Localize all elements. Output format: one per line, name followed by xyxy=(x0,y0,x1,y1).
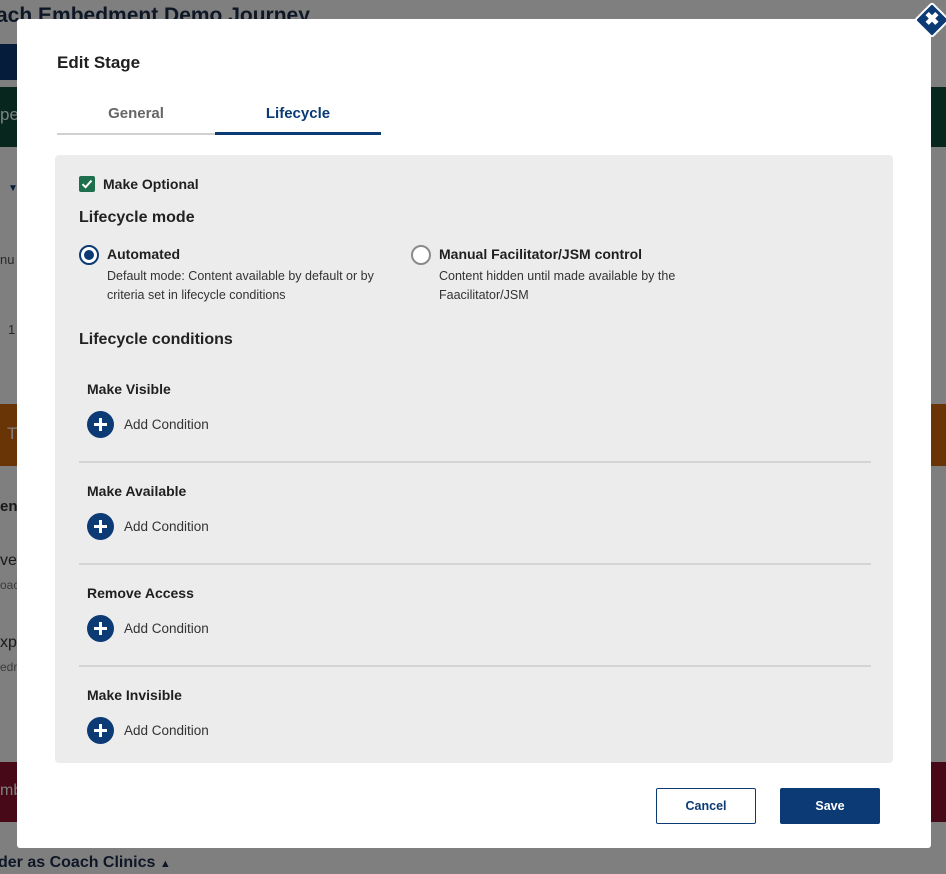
add-condition-button[interactable]: Add Condition xyxy=(87,410,209,438)
close-icon: ✖ xyxy=(924,9,940,29)
condition-group-make-invisible: Make Invisible Add Condition xyxy=(79,687,871,753)
condition-group-title: Remove Access xyxy=(87,585,194,601)
condition-group-make-available: Make Available Add Condition xyxy=(79,483,871,565)
radio-option-automated[interactable]: Automated Default mode: Content availabl… xyxy=(79,245,399,305)
radio-manual-title: Manual Facilitator/JSM control xyxy=(439,246,643,262)
add-condition-label: Add Condition xyxy=(124,416,209,432)
tab-lifecycle[interactable]: Lifecycle xyxy=(215,99,381,135)
radio-manual-description: Content hidden until made available by t… xyxy=(439,269,676,302)
make-optional-row[interactable]: Make Optional xyxy=(79,175,199,193)
plus-icon xyxy=(87,716,114,744)
condition-group-remove-access: Remove Access Add Condition xyxy=(79,585,871,667)
add-condition-button[interactable]: Add Condition xyxy=(87,716,209,744)
checkmark-icon xyxy=(81,179,93,189)
condition-group-title: Make Invisible xyxy=(87,687,182,703)
plus-icon xyxy=(87,614,114,642)
tab-general[interactable]: General xyxy=(57,99,215,135)
radio-automated-title: Automated xyxy=(107,246,181,262)
radio-option-manual[interactable]: Manual Facilitator/JSM control Content h… xyxy=(411,245,731,305)
condition-group-make-visible: Make Visible Add Condition xyxy=(79,381,871,463)
plus-icon xyxy=(87,410,114,438)
close-dialog-button[interactable]: ✖ xyxy=(913,1,946,39)
dialog-title: Edit Stage xyxy=(57,53,141,72)
plus-icon xyxy=(87,512,114,540)
tab-bar: General Lifecycle xyxy=(57,99,381,135)
lifecycle-mode-heading: Lifecycle mode xyxy=(79,209,195,226)
add-condition-label: Add Condition xyxy=(124,722,209,738)
make-optional-label: Make Optional xyxy=(103,176,199,192)
cancel-button[interactable]: Cancel xyxy=(656,788,756,824)
radio-manual[interactable] xyxy=(411,245,431,265)
add-condition-button[interactable]: Add Condition xyxy=(87,614,209,642)
add-condition-label: Add Condition xyxy=(124,620,209,636)
make-optional-checkbox[interactable] xyxy=(79,176,95,192)
add-condition-button[interactable]: Add Condition xyxy=(87,512,209,540)
save-button[interactable]: Save xyxy=(780,788,880,824)
condition-group-title: Make Visible xyxy=(87,381,171,397)
radio-automated[interactable] xyxy=(79,245,99,265)
radio-automated-description: Default mode: Content available by defau… xyxy=(107,269,374,302)
condition-group-title: Make Available xyxy=(87,483,187,499)
add-condition-label: Add Condition xyxy=(124,518,209,534)
lifecycle-panel: Make Optional Lifecycle mode Automated D… xyxy=(55,155,893,763)
lifecycle-conditions-heading: Lifecycle conditions xyxy=(79,331,233,348)
edit-stage-dialog: Edit Stage General Lifecycle Make Option… xyxy=(17,19,931,848)
